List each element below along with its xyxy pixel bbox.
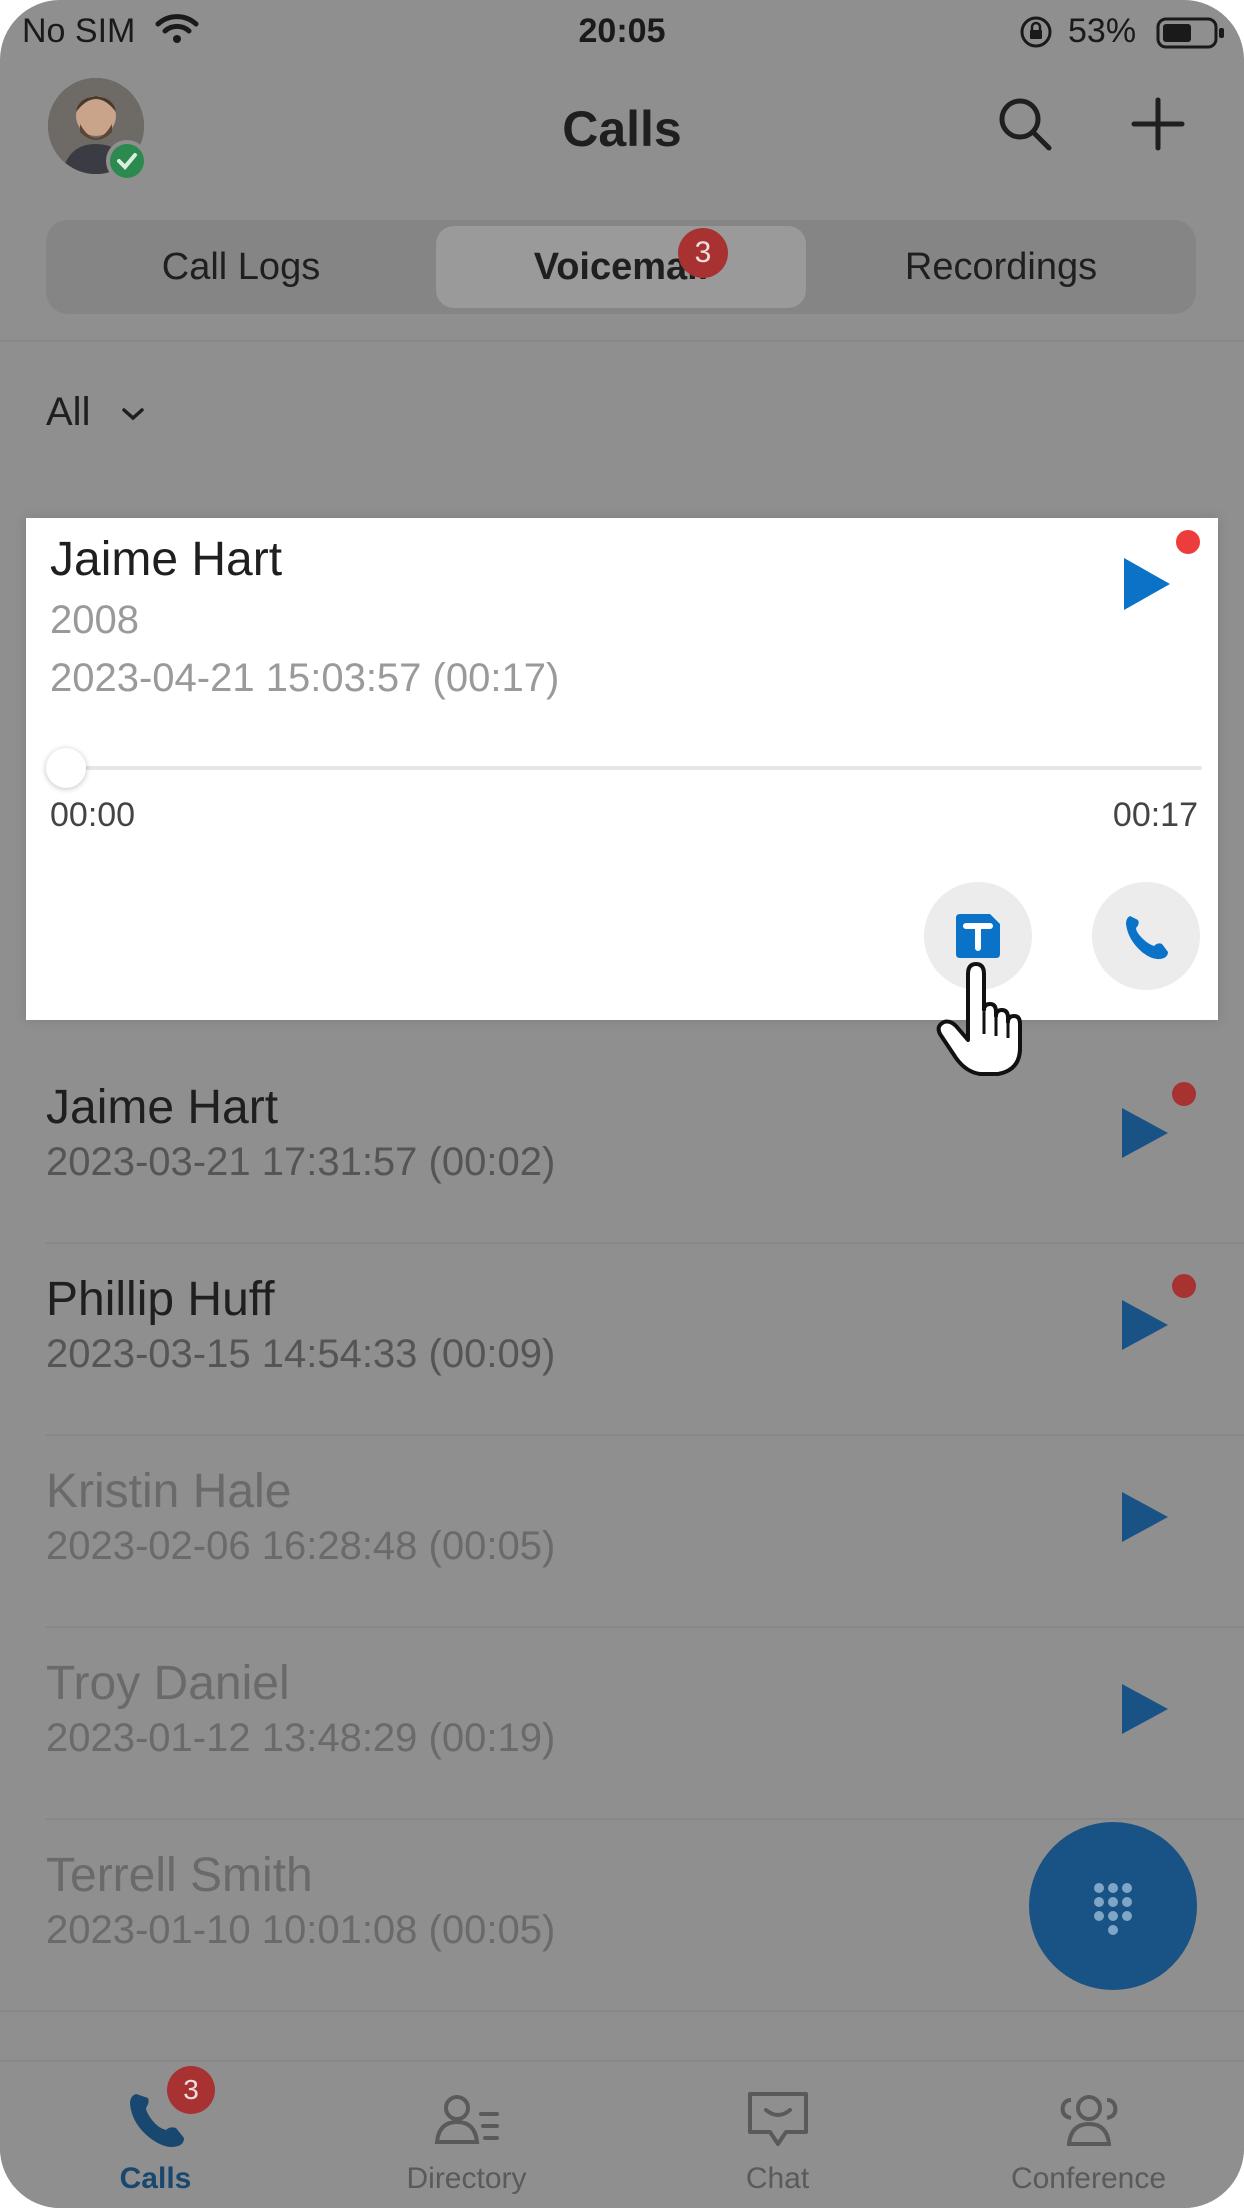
call-back-button[interactable]	[1092, 882, 1200, 990]
voicemail-count-badge: 3	[678, 228, 728, 278]
unread-dot	[1176, 530, 1200, 554]
battery-percent: 53%	[1068, 12, 1137, 50]
header: Calls	[0, 64, 1244, 194]
voicemail-row[interactable]: Troy Daniel 2023-01-12 13:48:29 (00:19)	[0, 1628, 1244, 1820]
clock: 20:05	[578, 12, 666, 50]
voicemail-datetime: 2023-02-06 16:28:48 (00:05)	[46, 1524, 556, 1568]
tab-label: Chat	[745, 2162, 810, 2195]
tabbar-directory[interactable]: Directory	[311, 2062, 622, 2208]
total-time: 00:17	[1112, 796, 1198, 834]
chevron-down-icon	[121, 408, 144, 421]
play-icon[interactable]	[1118, 1488, 1172, 1546]
search-icon[interactable]	[995, 94, 1055, 154]
tab-call-logs[interactable]: Call Logs	[56, 226, 426, 308]
play-icon[interactable]	[1118, 554, 1174, 614]
voicemail-datetime: 2023-01-10 10:01:08 (00:05)	[46, 1908, 556, 1952]
playback-track[interactable]	[50, 766, 1202, 770]
voicemail-row[interactable]: Jaime Hart 2023-03-21 17:31:57 (00:02)	[0, 1052, 1244, 1244]
caller-name: Jaime Hart	[50, 533, 283, 586]
directory-icon	[434, 2095, 499, 2144]
tab-label: Calls	[119, 2162, 192, 2195]
phone-icon	[1126, 916, 1168, 960]
chat-icon	[747, 2092, 808, 2146]
status-bar: No SIM 20:05 53%	[0, 0, 1244, 64]
dialpad-button[interactable]	[1029, 1822, 1197, 1990]
playback-slider-handle[interactable]	[46, 748, 86, 788]
tab-voicemail[interactable]: Voicemail	[436, 226, 806, 308]
tab-label: Directory	[406, 2162, 527, 2195]
caller-name: Terrell Smith	[46, 1849, 313, 1902]
calls-segmented-control: Call Logs Voicemail Recordings	[46, 220, 1196, 314]
elapsed-time: 00:00	[50, 796, 136, 834]
divider	[0, 340, 1244, 342]
tabbar-calls[interactable]: Calls	[0, 2062, 311, 2208]
play-icon[interactable]	[1118, 1680, 1172, 1738]
unread-dot	[1172, 1082, 1196, 1106]
page-title: Calls	[562, 101, 682, 157]
voicemail-datetime: 2023-04-21 15:03:57 (00:17)	[50, 656, 560, 700]
voicemail-datetime: 2023-03-15 14:54:33 (00:09)	[46, 1332, 556, 1376]
play-icon[interactable]	[1118, 1104, 1172, 1162]
conference-icon	[1060, 2095, 1117, 2146]
unread-dot	[1172, 1274, 1196, 1298]
tab-label: Conference	[1010, 2162, 1167, 2195]
calls-count-badge: 3	[167, 2066, 215, 2114]
dialpad-icon	[1094, 1883, 1132, 1935]
divider	[0, 2010, 1244, 2012]
caller-extension: 2008	[50, 598, 139, 642]
filter-dropdown[interactable]: All	[46, 390, 146, 435]
filter-label: All	[46, 390, 91, 434]
caller-name: Troy Daniel	[46, 1657, 290, 1710]
rotation-lock-icon	[1020, 16, 1052, 48]
voicemail-row[interactable]: Phillip Huff 2023-03-15 14:54:33 (00:09)	[0, 1244, 1244, 1436]
caller-name: Jaime Hart	[46, 1081, 279, 1134]
pointer-hand-icon	[936, 962, 1022, 1076]
expanded-voicemail-card[interactable]: Jaime Hart 2008 2023-04-21 15:03:57 (00:…	[26, 518, 1218, 1020]
voicemail-datetime: 2023-01-12 13:48:29 (00:19)	[46, 1716, 556, 1760]
tab-recordings[interactable]: Recordings	[816, 226, 1186, 308]
caller-name: Kristin Hale	[46, 1465, 292, 1518]
voicemail-row[interactable]: Kristin Hale 2023-02-06 16:28:48 (00:05)	[0, 1436, 1244, 1628]
tabbar-chat[interactable]: Chat	[622, 2062, 933, 2208]
add-icon[interactable]	[1128, 94, 1188, 154]
battery-icon	[1156, 17, 1224, 49]
tabbar-conference[interactable]: Conference	[933, 2062, 1244, 2208]
phone-screen: No SIM 20:05 53% Calls Call Logs Voicema…	[0, 0, 1244, 2208]
voicemail-datetime: 2023-03-21 17:31:57 (00:02)	[46, 1140, 556, 1184]
play-icon[interactable]	[1118, 1296, 1172, 1354]
caller-name: Phillip Huff	[46, 1273, 275, 1326]
